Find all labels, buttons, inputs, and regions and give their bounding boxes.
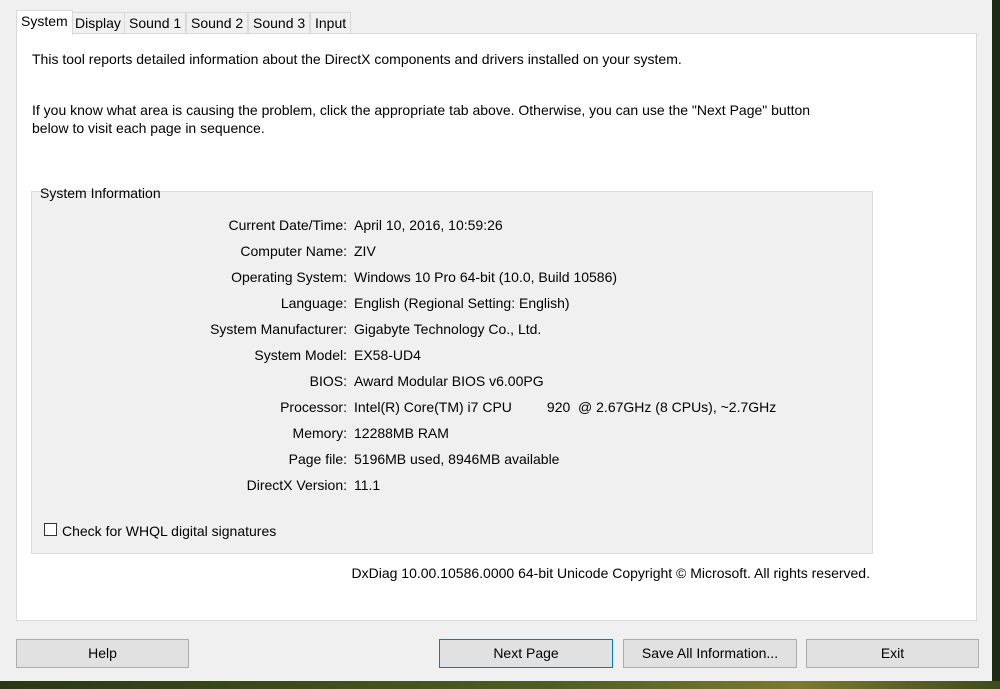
whql-checkbox[interactable]: [44, 523, 57, 536]
info-label: System Manufacturer:: [210, 321, 347, 337]
copyright-text: DxDiag 10.00.10586.0000 64-bit Unicode C…: [351, 565, 870, 581]
info-label: Memory:: [292, 425, 347, 441]
intro-text-2: If you know what area is causing the pro…: [32, 102, 811, 118]
info-label: Operating System:: [231, 269, 347, 285]
system-information-title: System Information: [40, 185, 161, 201]
desktop-edge-bottom: [0, 681, 1000, 689]
tab-sound-1[interactable]: Sound 1: [124, 12, 187, 33]
tab-display[interactable]: Display: [70, 12, 126, 33]
exit-button[interactable]: Exit: [806, 639, 979, 668]
info-label: BIOS:: [309, 373, 347, 389]
info-value: EX58-UD4: [354, 347, 421, 363]
info-row-memory: Memory: 12288MB RAM: [32, 423, 872, 443]
info-row-processor: Processor: Intel(R) Core(TM) i7 CPU 920 …: [32, 397, 872, 417]
info-row-bios: BIOS: Award Modular BIOS v6.00PG: [32, 371, 872, 391]
info-label: Computer Name:: [240, 243, 347, 259]
info-row-computer-name: Computer Name: ZIV: [32, 241, 872, 261]
info-label: Language:: [280, 295, 347, 311]
info-row-page-file: Page file: 5196MB used, 8946MB available: [32, 449, 872, 469]
info-row-date-time: Current Date/Time: April 10, 2016, 10:59…: [32, 215, 872, 235]
info-value: Award Modular BIOS v6.00PG: [354, 373, 544, 389]
intro-text-1: This tool reports detailed information a…: [32, 51, 682, 67]
info-value: Intel(R) Core(TM) i7 CPU 920 @ 2.67GHz (…: [354, 399, 777, 415]
info-value: Windows 10 Pro 64-bit (10.0, Build 10586…: [354, 269, 618, 285]
info-value: ZIV: [354, 243, 376, 259]
info-value: April 10, 2016, 10:59:26: [354, 217, 503, 233]
info-label: DirectX Version:: [246, 477, 347, 493]
save-all-information-button[interactable]: Save All Information...: [623, 639, 797, 668]
info-row-operating-system: Operating System: Windows 10 Pro 64-bit …: [32, 267, 872, 287]
help-button[interactable]: Help: [16, 639, 189, 668]
info-row-system-manufacturer: System Manufacturer: Gigabyte Technology…: [32, 319, 872, 339]
info-label: Processor:: [280, 399, 347, 415]
tab-system[interactable]: System: [16, 10, 73, 35]
info-label: System Model:: [254, 347, 347, 363]
system-tab-panel: This tool reports detailed information a…: [16, 33, 977, 621]
info-row-directx-version: DirectX Version: 11.1: [32, 475, 872, 495]
intro-text-3: below to visit each page in sequence.: [32, 120, 265, 136]
info-value: 11.1: [354, 477, 381, 493]
info-value: 5196MB used, 8946MB available: [354, 451, 560, 467]
info-value: 12288MB RAM: [354, 425, 449, 441]
tab-sound-3[interactable]: Sound 3: [248, 12, 311, 33]
info-row-system-model: System Model: EX58-UD4: [32, 345, 872, 365]
tab-sound-2[interactable]: Sound 2: [186, 12, 249, 33]
whql-checkbox-label[interactable]: Check for WHQL digital signatures: [62, 522, 276, 540]
info-row-language: Language: English (Regional Setting: Eng…: [32, 293, 872, 313]
info-value: Gigabyte Technology Co., Ltd.: [354, 321, 542, 337]
desktop-edge-right: [992, 0, 1000, 689]
info-value: English (Regional Setting: English): [354, 295, 570, 311]
info-label: Page file:: [288, 451, 347, 467]
info-label: Current Date/Time:: [228, 217, 347, 233]
next-page-button[interactable]: Next Page: [439, 639, 613, 668]
tab-input[interactable]: Input: [310, 12, 352, 33]
system-information-group: System Information Current Date/Time: Ap…: [31, 185, 873, 554]
